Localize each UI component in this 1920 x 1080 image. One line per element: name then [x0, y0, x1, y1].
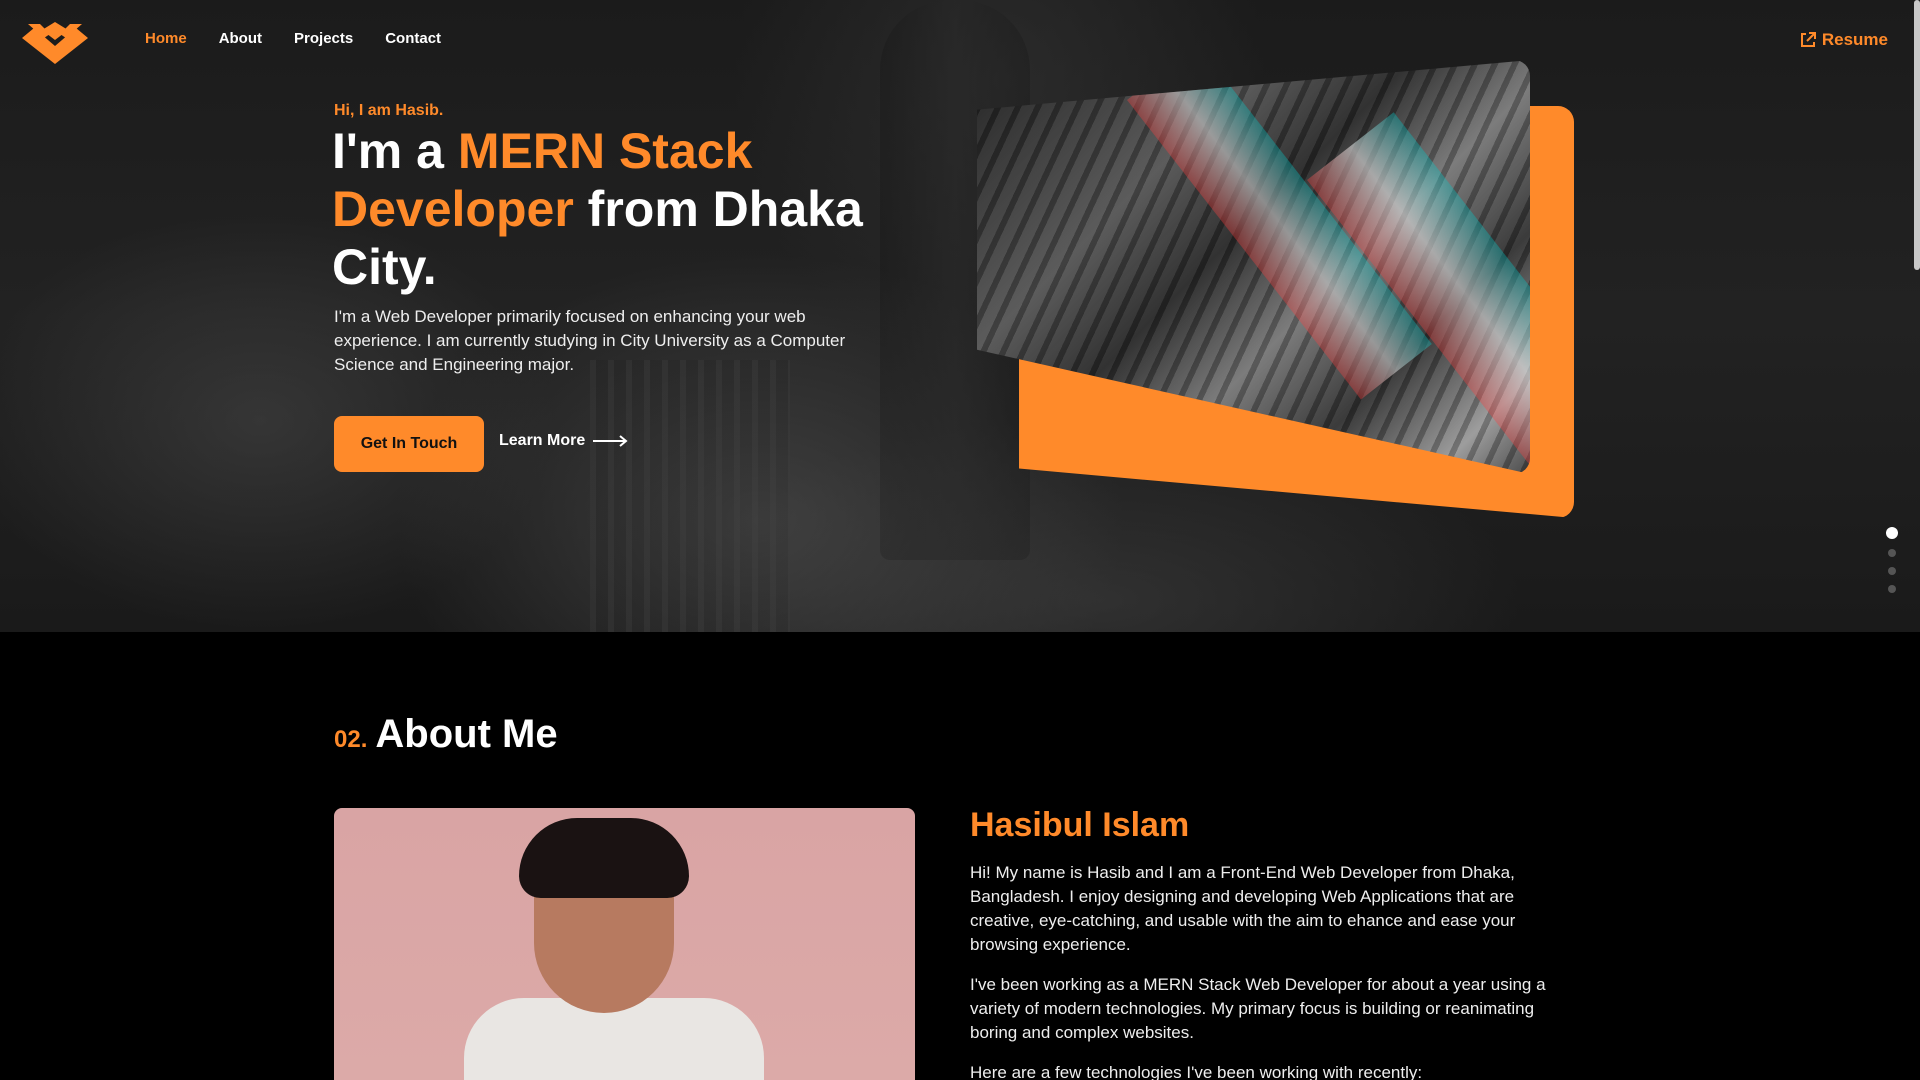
page-scrollbar[interactable]	[1914, 0, 1920, 270]
external-link-icon	[1800, 32, 1816, 47]
about-paragraph-1: Hi! My name is Hasib and I am a Front-En…	[970, 863, 1516, 954]
nav-contact-link[interactable]: Contact	[385, 30, 441, 47]
resume-label: Resume	[1821, 30, 1888, 49]
arrow-right-icon	[593, 435, 628, 447]
logo-icon[interactable]	[20, 20, 90, 66]
hero-headline: I'm a MERN Stack Developer from Dhaka Ci…	[332, 122, 932, 296]
slide-dots	[1886, 527, 1898, 593]
about-paragraph-2: I've been working as a MERN Stack Web De…	[970, 975, 1546, 1042]
about-name: Hasibul Islam	[970, 806, 1190, 844]
headline-pre: I'm a	[332, 123, 458, 179]
resume-link[interactable]: Resume	[1800, 30, 1888, 50]
hero-intro: I'm a Web Developer primarily focused on…	[334, 307, 846, 374]
nav-projects-link[interactable]: Projects	[294, 30, 353, 47]
get-in-touch-button[interactable]: Get In Touch	[334, 416, 484, 472]
nav-about-link[interactable]: About	[219, 30, 262, 47]
launch-tower-background	[590, 360, 790, 632]
section-title: About Me	[375, 712, 558, 756]
hero-section: Home About Projects Contact Resume Hi, I…	[0, 0, 1920, 632]
hero-greeting: Hi, I am Hasib.	[334, 102, 444, 119]
slide-dot-3[interactable]	[1888, 567, 1896, 575]
learn-more-label: Learn More	[499, 432, 586, 449]
learn-more-link[interactable]: Learn More	[499, 432, 629, 450]
nav-home-link[interactable]: Home	[145, 30, 187, 47]
about-paragraph-3: Here are a few technologies I've been wo…	[970, 1063, 1423, 1080]
slide-dot-4[interactable]	[1888, 585, 1896, 593]
main-nav: Home About Projects Contact	[145, 30, 441, 47]
section-number: 02.	[334, 726, 368, 753]
slide-dot-2[interactable]	[1888, 549, 1896, 557]
about-section-title: 02. About Me	[334, 712, 558, 757]
profile-photo	[334, 808, 915, 1080]
slide-dot-1[interactable]	[1886, 527, 1898, 539]
